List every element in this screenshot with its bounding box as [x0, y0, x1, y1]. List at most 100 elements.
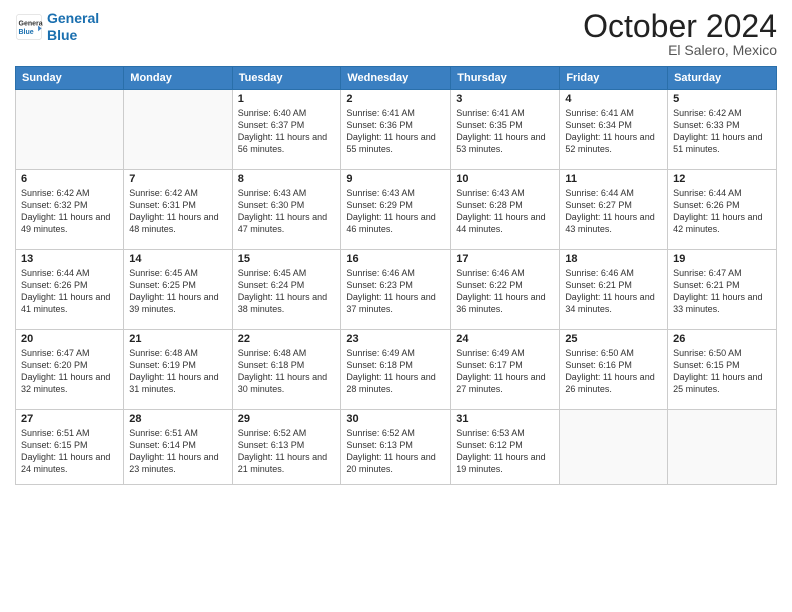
logo-text: GeneralBlue	[47, 10, 99, 44]
calendar-cell: 19 Sunrise: 6:47 AM Sunset: 6:21 PM Dayli…	[668, 250, 777, 330]
day-info: Sunrise: 6:43 AM Sunset: 6:29 PM Dayligh…	[346, 187, 445, 236]
day-number: 11	[565, 173, 662, 185]
day-info: Sunrise: 6:45 AM Sunset: 6:24 PM Dayligh…	[238, 267, 336, 316]
day-header-tuesday: Tuesday	[232, 67, 341, 90]
day-info: Sunrise: 6:41 AM Sunset: 6:36 PM Dayligh…	[346, 107, 445, 156]
calendar-cell	[124, 90, 232, 170]
week-row-5: 27 Sunrise: 6:51 AM Sunset: 6:15 PM Dayli…	[16, 410, 777, 485]
calendar-cell: 5Sunrise: 6:42 AM Sunset: 6:33 PM Daylig…	[668, 90, 777, 170]
day-number: 9	[346, 173, 445, 185]
day-number: 7	[129, 173, 226, 185]
calendar-cell	[16, 90, 124, 170]
day-info: Sunrise: 6:50 AM Sunset: 6:15 PM Dayligh…	[673, 347, 771, 396]
day-number: 16	[346, 253, 445, 265]
calendar-cell: 26 Sunrise: 6:50 AM Sunset: 6:15 PM Dayli…	[668, 330, 777, 410]
day-number: 8	[238, 173, 336, 185]
day-info: Sunrise: 6:42 AM Sunset: 6:32 PM Dayligh…	[21, 187, 118, 236]
calendar-cell: 16 Sunrise: 6:46 AM Sunset: 6:23 PM Dayli…	[341, 250, 451, 330]
calendar-cell: 12 Sunrise: 6:44 AM Sunset: 6:26 PM Dayli…	[668, 170, 777, 250]
calendar-cell	[560, 410, 668, 485]
week-row-1: 1Sunrise: 6:40 AM Sunset: 6:37 PM Daylig…	[16, 90, 777, 170]
day-number: 27	[21, 413, 118, 425]
week-row-3: 13Sunrise: 6:44 AM Sunset: 6:26 PM Dayli…	[16, 250, 777, 330]
day-info: Sunrise: 6:44 AM Sunset: 6:26 PM Dayligh…	[21, 267, 118, 316]
page: General Blue GeneralBlue October 2024 El…	[0, 0, 792, 612]
calendar-cell: 23 Sunrise: 6:49 AM Sunset: 6:18 PM Dayli…	[341, 330, 451, 410]
day-info: Sunrise: 6:42 AM Sunset: 6:31 PM Dayligh…	[129, 187, 226, 236]
day-info: Sunrise: 6:49 AM Sunset: 6:18 PM Dayligh…	[346, 347, 445, 396]
header: General Blue GeneralBlue October 2024 El…	[15, 10, 777, 58]
week-row-4: 20Sunrise: 6:47 AM Sunset: 6:20 PM Dayli…	[16, 330, 777, 410]
day-info: Sunrise: 6:44 AM Sunset: 6:26 PM Dayligh…	[673, 187, 771, 236]
day-header-thursday: Thursday	[451, 67, 560, 90]
day-info: Sunrise: 6:51 AM Sunset: 6:15 PM Dayligh…	[21, 427, 118, 476]
day-info: Sunrise: 6:50 AM Sunset: 6:16 PM Dayligh…	[565, 347, 662, 396]
day-number: 29	[238, 413, 336, 425]
day-number: 1	[238, 93, 336, 105]
calendar-cell: 30Sunrise: 6:52 AM Sunset: 6:13 PM Dayli…	[341, 410, 451, 485]
calendar-cell: 31Sunrise: 6:53 AM Sunset: 6:12 PM Dayli…	[451, 410, 560, 485]
svg-text:Blue: Blue	[19, 29, 34, 36]
day-number: 17	[456, 253, 554, 265]
day-number: 14	[129, 253, 226, 265]
logo: General Blue GeneralBlue	[15, 10, 99, 44]
day-number: 26	[673, 333, 771, 345]
calendar-cell: 29Sunrise: 6:52 AM Sunset: 6:13 PM Dayli…	[232, 410, 341, 485]
month-title: October 2024	[583, 10, 777, 42]
day-info: Sunrise: 6:43 AM Sunset: 6:30 PM Dayligh…	[238, 187, 336, 236]
days-header-row: SundayMondayTuesdayWednesdayThursdayFrid…	[16, 67, 777, 90]
calendar-cell	[668, 410, 777, 485]
day-header-wednesday: Wednesday	[341, 67, 451, 90]
day-number: 24	[456, 333, 554, 345]
day-number: 2	[346, 93, 445, 105]
day-info: Sunrise: 6:51 AM Sunset: 6:14 PM Dayligh…	[129, 427, 226, 476]
day-info: Sunrise: 6:42 AM Sunset: 6:33 PM Dayligh…	[673, 107, 771, 156]
calendar-table: SundayMondayTuesdayWednesdayThursdayFrid…	[15, 66, 777, 485]
calendar-cell: 25 Sunrise: 6:50 AM Sunset: 6:16 PM Dayli…	[560, 330, 668, 410]
calendar-cell: 6 Sunrise: 6:42 AM Sunset: 6:32 PM Daylig…	[16, 170, 124, 250]
calendar-cell: 1Sunrise: 6:40 AM Sunset: 6:37 PM Daylig…	[232, 90, 341, 170]
day-number: 10	[456, 173, 554, 185]
day-info: Sunrise: 6:41 AM Sunset: 6:35 PM Dayligh…	[456, 107, 554, 156]
day-number: 23	[346, 333, 445, 345]
day-info: Sunrise: 6:46 AM Sunset: 6:22 PM Dayligh…	[456, 267, 554, 316]
day-header-sunday: Sunday	[16, 67, 124, 90]
calendar-cell: 27 Sunrise: 6:51 AM Sunset: 6:15 PM Dayli…	[16, 410, 124, 485]
calendar-cell: 11 Sunrise: 6:44 AM Sunset: 6:27 PM Dayli…	[560, 170, 668, 250]
day-number: 15	[238, 253, 336, 265]
svg-text:General: General	[19, 20, 44, 27]
day-number: 25	[565, 333, 662, 345]
day-info: Sunrise: 6:53 AM Sunset: 6:12 PM Dayligh…	[456, 427, 554, 476]
calendar-cell: 14 Sunrise: 6:45 AM Sunset: 6:25 PM Dayli…	[124, 250, 232, 330]
day-info: Sunrise: 6:43 AM Sunset: 6:28 PM Dayligh…	[456, 187, 554, 236]
location: El Salero, Mexico	[583, 42, 777, 58]
day-number: 3	[456, 93, 554, 105]
day-info: Sunrise: 6:46 AM Sunset: 6:21 PM Dayligh…	[565, 267, 662, 316]
day-info: Sunrise: 6:46 AM Sunset: 6:23 PM Dayligh…	[346, 267, 445, 316]
day-number: 21	[129, 333, 226, 345]
day-number: 18	[565, 253, 662, 265]
day-info: Sunrise: 6:47 AM Sunset: 6:21 PM Dayligh…	[673, 267, 771, 316]
calendar-cell: 13Sunrise: 6:44 AM Sunset: 6:26 PM Dayli…	[16, 250, 124, 330]
calendar-cell: 24 Sunrise: 6:49 AM Sunset: 6:17 PM Dayli…	[451, 330, 560, 410]
day-info: Sunrise: 6:45 AM Sunset: 6:25 PM Dayligh…	[129, 267, 226, 316]
day-info: Sunrise: 6:48 AM Sunset: 6:19 PM Dayligh…	[129, 347, 226, 396]
logo-icon: General Blue	[15, 13, 43, 41]
week-row-2: 6 Sunrise: 6:42 AM Sunset: 6:32 PM Daylig…	[16, 170, 777, 250]
day-number: 19	[673, 253, 771, 265]
calendar-cell: 3 Sunrise: 6:41 AM Sunset: 6:35 PM Daylig…	[451, 90, 560, 170]
calendar-cell: 17 Sunrise: 6:46 AM Sunset: 6:22 PM Dayli…	[451, 250, 560, 330]
day-number: 12	[673, 173, 771, 185]
day-number: 20	[21, 333, 118, 345]
day-info: Sunrise: 6:49 AM Sunset: 6:17 PM Dayligh…	[456, 347, 554, 396]
calendar-cell: 9 Sunrise: 6:43 AM Sunset: 6:29 PM Daylig…	[341, 170, 451, 250]
day-number: 28	[129, 413, 226, 425]
calendar-cell: 15 Sunrise: 6:45 AM Sunset: 6:24 PM Dayli…	[232, 250, 341, 330]
day-info: Sunrise: 6:52 AM Sunset: 6:13 PM Dayligh…	[346, 427, 445, 476]
calendar-cell: 22Sunrise: 6:48 AM Sunset: 6:18 PM Dayli…	[232, 330, 341, 410]
calendar-cell: 4Sunrise: 6:41 AM Sunset: 6:34 PM Daylig…	[560, 90, 668, 170]
day-number: 4	[565, 93, 662, 105]
day-number: 6	[21, 173, 118, 185]
calendar-cell: 7 Sunrise: 6:42 AM Sunset: 6:31 PM Daylig…	[124, 170, 232, 250]
day-info: Sunrise: 6:44 AM Sunset: 6:27 PM Dayligh…	[565, 187, 662, 236]
